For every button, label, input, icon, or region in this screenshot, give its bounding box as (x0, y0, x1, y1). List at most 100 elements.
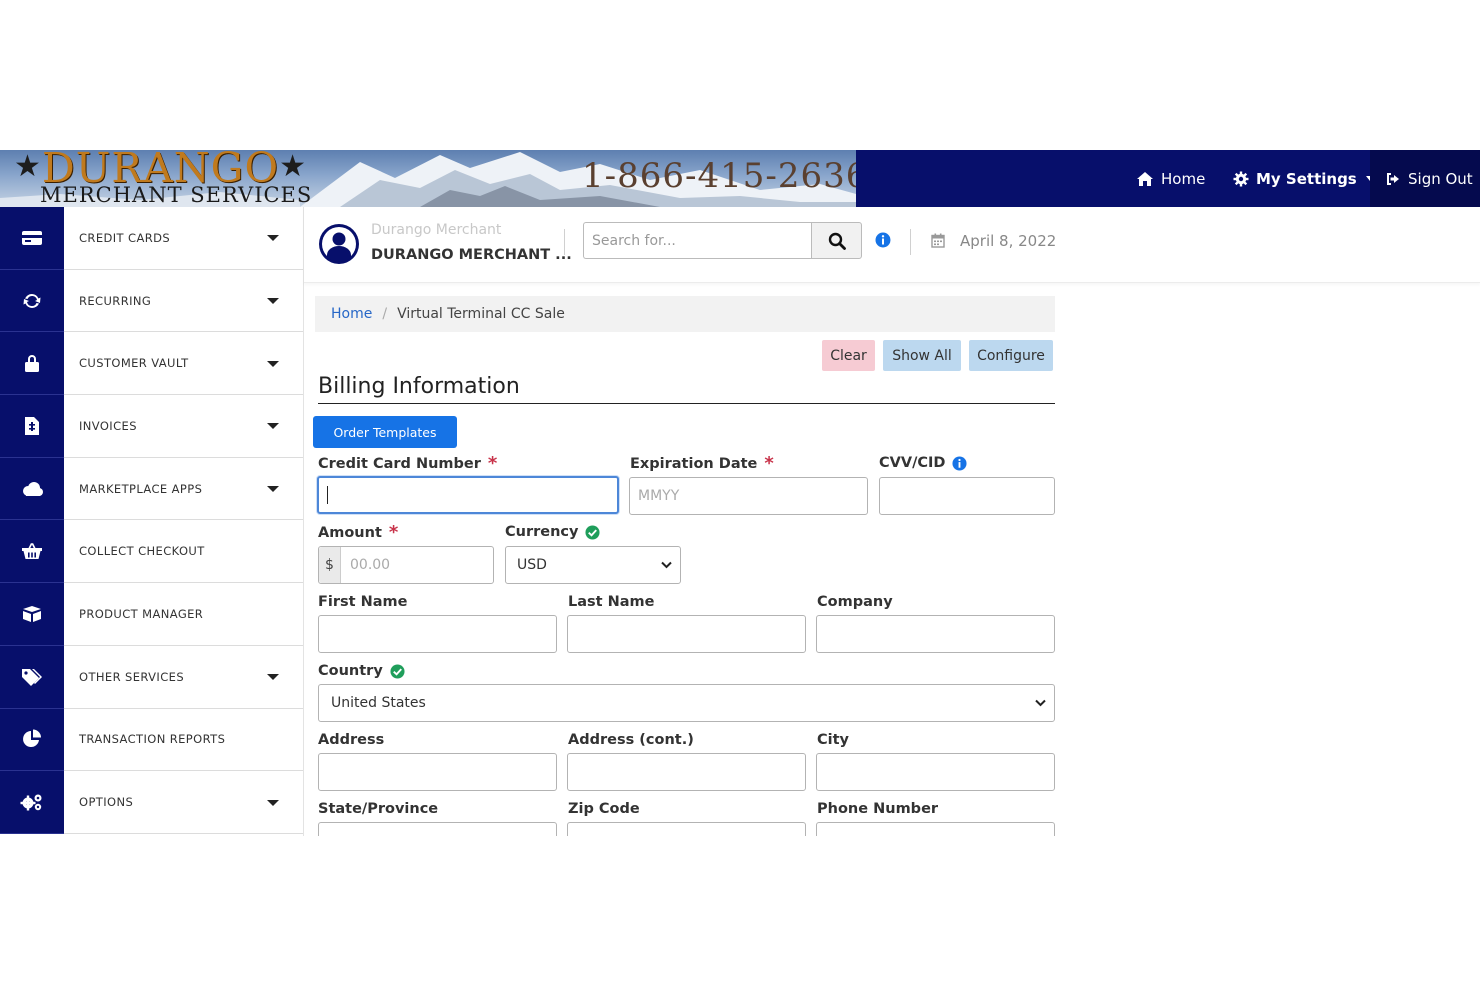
invoice-icon (25, 416, 39, 435)
sidebar-item-customer-vault[interactable]: CUSTOMER VAULT (0, 332, 303, 396)
company-label: Company (817, 594, 893, 610)
nav-home-link[interactable]: Home (1136, 150, 1205, 207)
required-asterisk-icon: * (764, 453, 774, 474)
info-icon[interactable] (952, 455, 967, 471)
nav-signout-label: Sign Out (1408, 169, 1473, 188)
caret-down-icon (267, 298, 279, 305)
phone-input[interactable] (816, 822, 1055, 836)
chevron-down-icon (661, 561, 672, 569)
country-select[interactable]: United States (318, 684, 1055, 722)
label-text: Country (318, 663, 383, 679)
cogs-icon (20, 794, 42, 811)
check-circle-icon (390, 663, 405, 679)
order-templates-button[interactable]: Order Templates (313, 416, 457, 448)
caret-down-icon (267, 423, 279, 430)
sidebar-item-label: COLLECT CHECKOUT (64, 520, 303, 584)
home-icon (1137, 171, 1153, 186)
cvv-input[interactable] (879, 477, 1055, 515)
address-input[interactable] (318, 753, 557, 791)
credit-card-icon (22, 230, 42, 245)
search-button[interactable] (811, 222, 862, 259)
lock-icon (25, 355, 39, 373)
breadcrumb-current: Virtual Terminal CC Sale (397, 306, 565, 322)
pie-chart-icon (23, 729, 41, 748)
nav-settings-label: My Settings (1256, 169, 1357, 188)
chevron-down-icon (1035, 699, 1046, 707)
phone-label: Phone Number (817, 801, 939, 817)
nav-home-label: Home (1161, 169, 1206, 188)
label-text: Currency (505, 524, 579, 540)
current-date: April 8, 2022 (960, 232, 1057, 250)
sidebar-item-invoices[interactable]: INVOICES (0, 395, 303, 458)
label-text: Expiration Date (630, 456, 758, 472)
sidebar-item-product-manager[interactable]: PRODUCT MANAGER (0, 583, 303, 646)
expiration-date-input[interactable]: MMYY (629, 477, 868, 515)
divider (910, 229, 911, 255)
last-name-input[interactable] (567, 615, 806, 653)
section-divider (318, 403, 1055, 404)
currency-prefix: $ (319, 547, 341, 583)
brand-banner[interactable]: ★DURANGO★ MERCHANT SERVICES 1-866-415-26… (0, 150, 856, 207)
caret-down-icon (267, 235, 279, 242)
currency-label: Currency (505, 524, 601, 540)
sidebar-item-credit-cards[interactable]: CREDIT CARDS (0, 207, 303, 270)
card-number-input[interactable] (317, 476, 619, 514)
expiration-date-label: Expiration Date * (630, 455, 774, 473)
amount-input[interactable]: $ 00.00 (318, 546, 494, 584)
merchant-display-name: Durango Merchant (371, 222, 502, 238)
card-number-label: Credit Card Number * (318, 455, 497, 473)
info-icon[interactable] (875, 232, 891, 248)
app-window: ★DURANGO★ MERCHANT SERVICES 1-866-415-26… (0, 150, 1480, 836)
logo-star-icon: ★ (279, 150, 307, 184)
breadcrumb: Home / Virtual Terminal CC Sale (315, 296, 1055, 332)
amount-label: Amount * (318, 524, 398, 542)
state-label: State/Province (318, 801, 439, 817)
currency-select[interactable]: USD (505, 546, 681, 584)
sidebar-item-transaction-reports[interactable]: TRANSACTION REPORTS (0, 708, 303, 772)
refresh-icon (23, 293, 41, 308)
breadcrumb-home-link[interactable]: Home (331, 306, 372, 322)
calendar-icon (931, 233, 945, 248)
sign-out-icon (1387, 172, 1399, 185)
text-cursor (327, 486, 328, 504)
clear-button[interactable]: Clear (822, 340, 875, 371)
cloud-icon (23, 481, 43, 496)
company-input[interactable] (816, 615, 1055, 653)
sidebar-item-label: TRANSACTION REPORTS (64, 709, 303, 772)
sidebar-item-options[interactable]: OPTIONS (0, 771, 303, 834)
search-input[interactable] (583, 222, 811, 259)
nav-signout-link[interactable]: Sign Out (1370, 150, 1480, 207)
sidebar-item-other-services[interactable]: OTHER SERVICES (0, 645, 303, 709)
address-cont-label: Address (cont.) (568, 732, 694, 748)
logo-star-icon: ★ (14, 150, 42, 184)
city-input[interactable] (816, 753, 1055, 791)
state-input[interactable] (318, 822, 557, 836)
required-asterisk-icon: * (388, 522, 399, 543)
merchant-info-bar: Durango Merchant DURANGO MERCHANT ... Ap… (304, 207, 1480, 283)
nav-settings-dropdown[interactable]: My Settings (1233, 150, 1374, 207)
sidebar-item-label: PRODUCT MANAGER (64, 583, 303, 646)
user-avatar-icon[interactable] (318, 223, 360, 265)
check-circle-icon (585, 524, 601, 540)
gear-icon (1233, 171, 1249, 186)
section-title: Billing Information (318, 374, 520, 399)
tags-icon (22, 668, 42, 686)
show-all-button[interactable]: Show All (883, 340, 961, 371)
label-text: CVV/CID (879, 455, 946, 471)
sidebar-item-marketplace-apps[interactable]: MARKETPLACE APPS (0, 457, 303, 521)
first-name-input[interactable] (318, 615, 557, 653)
configure-button[interactable]: Configure (969, 340, 1053, 371)
address-cont-input[interactable] (567, 753, 806, 791)
divider (564, 229, 565, 255)
address-label: Address (318, 732, 385, 748)
search-icon (828, 232, 846, 250)
label-text: Amount (318, 525, 382, 541)
caret-down-icon (267, 360, 279, 367)
sidebar-item-recurring[interactable]: RECURRING (0, 269, 303, 333)
city-label: City (817, 732, 849, 748)
country-selected-value: United States (331, 695, 426, 711)
breadcrumb-separator: / (382, 306, 388, 322)
sidebar-item-collect-checkout[interactable]: COLLECT CHECKOUT (0, 520, 303, 584)
merchant-account-name[interactable]: DURANGO MERCHANT ... (371, 247, 572, 263)
zip-input[interactable] (567, 822, 806, 836)
